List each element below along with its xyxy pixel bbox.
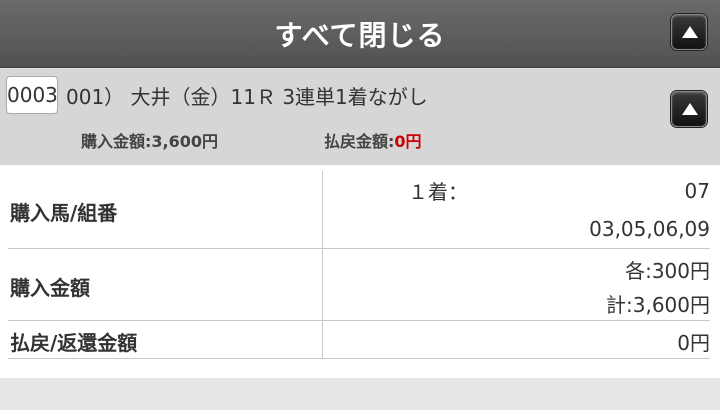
horses-label: 購入馬/組番: [10, 201, 118, 225]
purchase-summary-label: 購入金額:: [81, 132, 152, 151]
payout-summary-value: 0円: [394, 132, 422, 151]
purchase-summary-value: 3,600円: [151, 132, 219, 151]
first-place-label: １着：: [408, 180, 468, 204]
collapse-ticket-button[interactable]: [671, 91, 707, 127]
refund-label: 払戻/返還金額: [10, 331, 138, 355]
ticket-number: 0003: [6, 76, 58, 114]
payout-summary: 払戻金額:0円: [324, 128, 422, 152]
collapse-all-button[interactable]: [671, 14, 707, 50]
amount-label: 購入金額: [10, 276, 90, 300]
row-divider: [8, 358, 710, 359]
close-all-button[interactable]: すべて閉じる: [0, 14, 720, 54]
purchase-summary: 購入金額:3,600円: [81, 128, 218, 152]
other-horses-value: 03,05,06,09: [589, 217, 710, 241]
payout-summary-label: 払戻金額:: [324, 132, 395, 151]
top-bar: すべて閉じる: [0, 0, 720, 68]
amount-each: 各:300円: [625, 259, 710, 283]
row-divider: [8, 248, 710, 249]
triangle-up-icon: [682, 26, 698, 38]
first-place-value: 07: [684, 179, 710, 203]
refund-value: 0円: [677, 331, 710, 355]
triangle-up-icon: [682, 103, 698, 115]
race-info: 001） 大井（金）11Ｒ 3連単1着ながし: [66, 85, 428, 109]
column-divider: [322, 171, 323, 358]
row-divider: [8, 320, 710, 321]
amount-total: 計:3,600円: [606, 293, 710, 317]
